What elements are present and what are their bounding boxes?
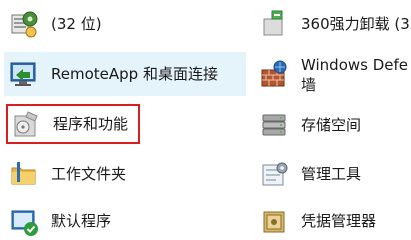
item-label: 凭据管理器 [301,212,377,230]
item-programs-features[interactable]: 程序和功能 [6,104,140,144]
item-360-uninstall[interactable]: 360强力卸载 (32 [258,6,411,42]
item-storage-spaces[interactable]: 存储空间 [258,106,411,144]
item-label: Windows Defe 墙 [301,55,408,95]
folder-icon [8,157,42,191]
item-remoteapp[interactable]: RemoteApp 和桌面连接 [4,52,246,96]
item-label: 存储空间 [301,116,362,134]
admin-tools-icon [258,157,292,191]
storage-drives-icon [258,108,292,142]
item-label: 程序和功能 [53,115,129,133]
remote-desktop-icon [8,57,42,91]
item-label-line2: 墙 [301,76,317,94]
programs-disc-icon [10,107,44,141]
item-label: RemoteApp 和桌面连接 [51,65,218,83]
firewall-brick-icon [258,58,292,92]
item-windows-defender-firewall[interactable]: Windows Defe 墙 [258,52,411,98]
item-32bit[interactable]: (32 位) [8,6,242,42]
item-label-line1: Windows Defe [301,56,409,74]
item-admin-tools[interactable]: 管理工具 [258,155,411,193]
item-label: 管理工具 [301,165,362,183]
item-default-programs[interactable]: 默认程序 [8,202,242,240]
item-label: 默认程序 [51,212,112,230]
item-credential-manager[interactable]: 凭据管理器 [258,202,411,240]
item-label: 360强力卸载 (32 [301,15,411,33]
config-gear-icon [8,7,42,41]
uninstall-icon [258,7,292,41]
item-work-folders[interactable]: 工作文件夹 [8,155,242,193]
item-label: (32 位) [51,15,102,33]
credential-safe-icon [258,204,292,238]
item-label: 工作文件夹 [51,165,127,183]
default-programs-icon [8,204,42,238]
